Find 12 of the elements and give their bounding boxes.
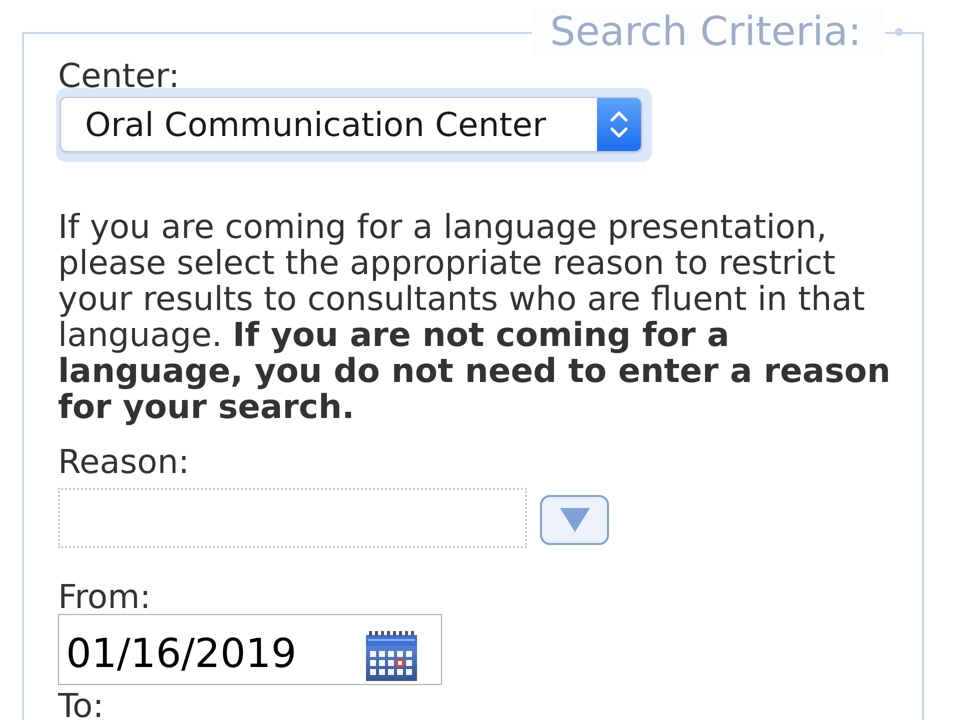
dropdown-button[interactable] (540, 495, 609, 545)
reason-field[interactable] (58, 488, 527, 548)
field-label: Center: (58, 64, 180, 88)
instructions-text: If you are coming for a language presentation, please select the appropriate reason to restrict your results to consultants who are fluent in that language. If you are not coming for a language, you do not need to enter a reason for your search. (58, 209, 892, 425)
date-field[interactable]: 01/16/2019 (58, 614, 442, 685)
chevron-up-down-icon (597, 98, 641, 151)
field-label: Reason: (58, 447, 190, 477)
center-select[interactable]: Oral Communication Center (60, 97, 642, 152)
field-label: To: (58, 694, 104, 718)
field-label: From: (58, 582, 151, 612)
caret-down-icon (560, 508, 590, 532)
calendar-icon[interactable] (365, 630, 418, 680)
